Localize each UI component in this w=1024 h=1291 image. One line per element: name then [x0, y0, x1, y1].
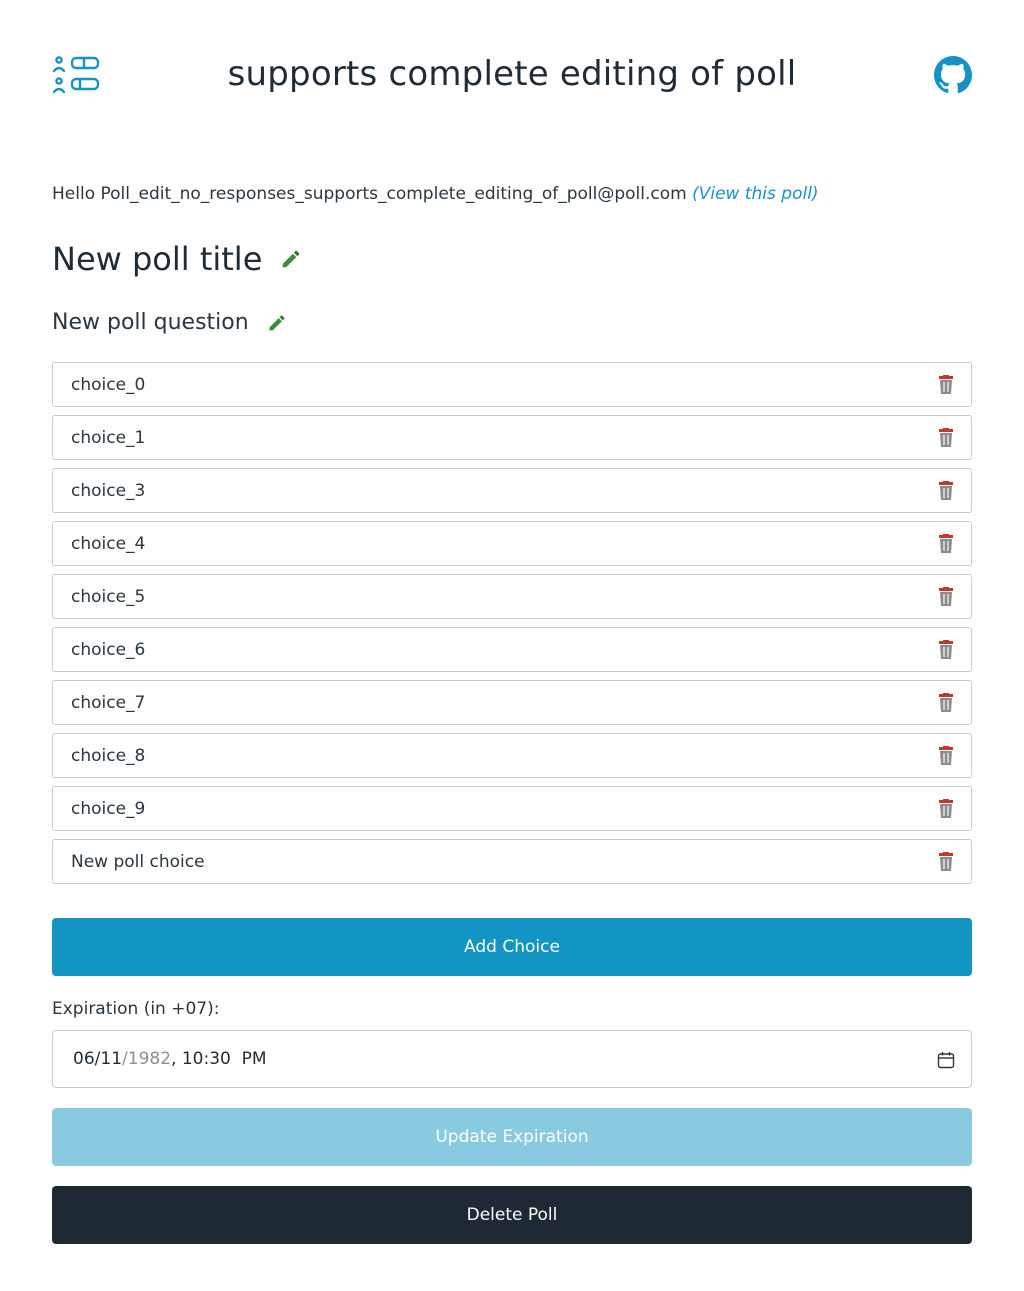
poll-title-row: New poll title: [52, 240, 302, 278]
view-poll-link[interactable]: (View this poll): [692, 184, 818, 204]
expiration-day[interactable]: 11: [100, 1049, 122, 1069]
delete-choice-trash-icon[interactable]: [937, 640, 955, 660]
expiration-year[interactable]: 1982: [128, 1049, 171, 1069]
choice-item[interactable]: choice_9: [52, 786, 972, 831]
add-choice-button[interactable]: Add Choice: [52, 918, 972, 976]
choice-item[interactable]: choice_7: [52, 680, 972, 725]
choice-text[interactable]: choice_9: [71, 799, 145, 819]
expiration-label: Expiration (in +07):: [52, 999, 220, 1019]
choice-item[interactable]: choice_5: [52, 574, 972, 619]
delete-choice-trash-icon[interactable]: [937, 428, 955, 448]
delete-choice-trash-icon[interactable]: [937, 693, 955, 713]
choice-text[interactable]: choice_4: [71, 534, 145, 554]
date-time-separator: ,: [171, 1049, 182, 1069]
calendar-icon[interactable]: [937, 1051, 955, 1069]
delete-choice-trash-icon[interactable]: [937, 746, 955, 766]
choice-text[interactable]: choice_8: [71, 746, 145, 766]
choice-item[interactable]: choice_4: [52, 521, 972, 566]
expiration-datetime-input[interactable]: 06 / 11 / 1982 , 10:30 PM: [52, 1030, 972, 1088]
expiration-month[interactable]: 06: [73, 1049, 95, 1069]
choice-item[interactable]: choice_0: [52, 362, 972, 407]
choice-list: choice_0 choice_1 choice_3 choice_4 choi…: [52, 362, 972, 892]
choice-item[interactable]: New poll choice: [52, 839, 972, 884]
delete-choice-trash-icon[interactable]: [937, 534, 955, 554]
delete-choice-trash-icon[interactable]: [937, 587, 955, 607]
choice-item[interactable]: choice_8: [52, 733, 972, 778]
choice-item[interactable]: choice_1: [52, 415, 972, 460]
delete-choice-trash-icon[interactable]: [937, 481, 955, 501]
expiration-time[interactable]: 10:30 PM: [182, 1049, 267, 1069]
greeting-text: Hello Poll_edit_no_responses_supports_co…: [52, 184, 687, 204]
choice-text[interactable]: New poll choice: [71, 852, 205, 872]
edit-question-pencil-icon[interactable]: [267, 313, 287, 333]
choice-item[interactable]: choice_6: [52, 627, 972, 672]
choice-text[interactable]: choice_1: [71, 428, 145, 448]
delete-choice-trash-icon[interactable]: [937, 852, 955, 872]
choice-text[interactable]: choice_7: [71, 693, 145, 713]
delete-choice-trash-icon[interactable]: [937, 375, 955, 395]
choice-text[interactable]: choice_5: [71, 587, 145, 607]
choice-text[interactable]: choice_0: [71, 375, 145, 395]
update-expiration-button[interactable]: Update Expiration: [52, 1108, 972, 1166]
greeting: Hello Poll_edit_no_responses_supports_co…: [52, 184, 819, 204]
choice-item[interactable]: choice_3: [52, 468, 972, 513]
choice-text[interactable]: choice_6: [71, 640, 145, 660]
poll-title: New poll title: [52, 240, 263, 278]
page-title: supports complete editing of poll: [227, 54, 797, 94]
poll-question-row: New poll question: [52, 310, 287, 335]
github-icon[interactable]: [934, 56, 972, 94]
choice-text[interactable]: choice_3: [71, 481, 145, 501]
edit-title-pencil-icon[interactable]: [280, 248, 302, 270]
delete-choice-trash-icon[interactable]: [937, 799, 955, 819]
poll-question: New poll question: [52, 310, 249, 335]
header: supports complete editing of poll: [52, 50, 972, 102]
delete-poll-button[interactable]: Delete Poll: [52, 1186, 972, 1244]
